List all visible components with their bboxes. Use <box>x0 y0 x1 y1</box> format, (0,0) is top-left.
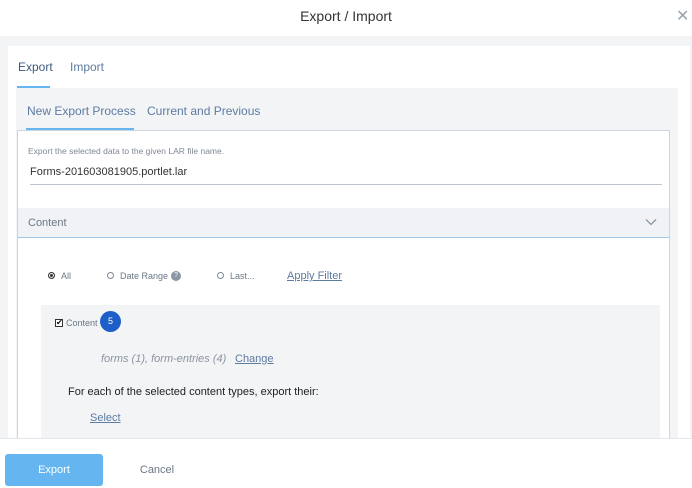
option-date-range[interactable]: Date Range? <box>107 270 182 282</box>
export-form-card: Export the selected data to the given LA… <box>17 130 670 438</box>
main-panel: Export Import New Export Process Current… <box>8 46 690 438</box>
chevron-down-icon <box>645 219 657 226</box>
top-tabs: Export Import <box>8 46 690 88</box>
change-link[interactable]: Change <box>235 353 274 365</box>
content-section-title: Content <box>28 217 67 229</box>
cancel-button[interactable]: Cancel <box>122 454 192 486</box>
radio-all[interactable] <box>48 272 55 280</box>
content-count-badge: 5 <box>100 311 121 332</box>
modal-body: Export Import New Export Process Current… <box>0 36 692 438</box>
modal-title: Export / Import <box>300 8 392 24</box>
option-all-label: All <box>61 271 72 281</box>
radio-last[interactable] <box>217 272 224 280</box>
content-checkbox[interactable]: ✔ <box>55 318 63 327</box>
tab-export[interactable]: Export <box>18 60 53 74</box>
sub-tabs: New Export Process Current and Previous <box>16 88 678 130</box>
export-button[interactable]: Export <box>5 454 103 486</box>
select-link[interactable]: Select <box>90 412 121 424</box>
modal-footer: Export Cancel <box>0 438 692 488</box>
tab-import[interactable]: Import <box>70 60 104 74</box>
content-checkbox-label: Content <box>66 318 98 328</box>
option-all[interactable]: All <box>48 271 71 281</box>
close-icon[interactable]: ✕ <box>676 7 690 25</box>
apply-filter-link[interactable]: Apply Filter <box>287 270 342 282</box>
export-content-area: New Export Process Current and Previous … <box>16 88 678 438</box>
export-import-modal: Export / Import ✕ Export Import New Expo… <box>0 0 692 488</box>
lar-hint: Export the selected data to the given LA… <box>28 146 225 156</box>
lar-file-name-input[interactable] <box>30 159 662 185</box>
help-icon[interactable]: ? <box>171 270 182 281</box>
radio-date-range[interactable] <box>107 272 114 280</box>
content-types-box: ✔ Content 5 forms (1), form-entries (4) C… <box>41 305 660 438</box>
option-date-range-label: Date Range <box>120 271 169 281</box>
export-their-text: For each of the selected content types, … <box>68 386 319 398</box>
tab-current-and-previous[interactable]: Current and Previous <box>147 104 260 118</box>
content-checkbox-row[interactable]: ✔ Content <box>55 318 98 328</box>
date-range-options: All Date Range? Last... Apply Filter <box>18 270 669 291</box>
option-last-label: Last... <box>230 271 255 281</box>
content-section-header[interactable]: Content <box>18 208 669 238</box>
tab-new-export-process[interactable]: New Export Process <box>27 104 136 118</box>
content-types-summary: forms (1), form-entries (4) <box>101 353 227 365</box>
option-last[interactable]: Last... <box>217 271 255 281</box>
modal-header: Export / Import ✕ <box>0 0 692 36</box>
